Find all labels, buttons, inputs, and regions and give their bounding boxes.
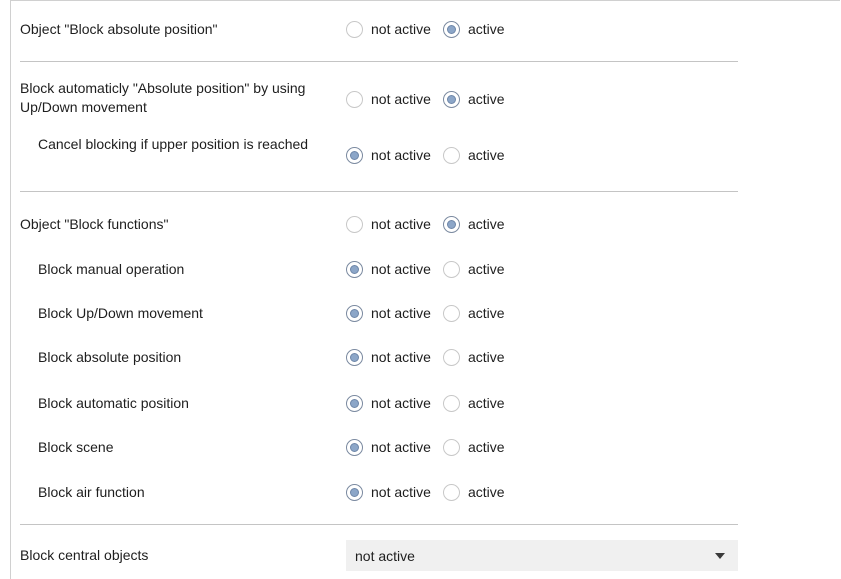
row-cancel-blocking: Cancel blocking if upper position is rea… <box>20 135 740 175</box>
option-label: active <box>467 216 505 232</box>
option-label: active <box>467 305 505 321</box>
radio-option-not-active[interactable]: not active <box>346 260 431 278</box>
row-block-absolute-position: Block absolute position not active activ… <box>20 346 740 368</box>
radio-unchecked-icon <box>346 20 363 38</box>
option-label: not active <box>371 305 431 321</box>
radio-unchecked-icon <box>442 483 460 501</box>
radio-option-active[interactable]: active <box>442 90 505 108</box>
option-label: active <box>467 261 505 277</box>
central-objects-select[interactable]: not active <box>346 540 738 571</box>
divider <box>20 61 738 62</box>
radio-group: not active active <box>346 20 517 38</box>
radio-option-not-active[interactable]: not active <box>346 304 431 322</box>
option-label: not active <box>371 91 431 107</box>
row-label: Block Up/Down movement <box>38 304 203 321</box>
divider <box>20 191 738 192</box>
option-label: active <box>467 395 505 411</box>
row-block-manual-operation: Block manual operation not active active <box>20 258 740 280</box>
radio-checked-icon <box>442 20 460 38</box>
row-object-block-absolute-position: Object "Block absolute position" not act… <box>20 18 740 40</box>
radio-option-active[interactable]: active <box>442 146 505 164</box>
radio-unchecked-icon <box>442 260 460 278</box>
radio-option-not-active[interactable]: not active <box>346 394 431 412</box>
option-label: active <box>467 439 505 455</box>
radio-option-active[interactable]: active <box>442 215 505 233</box>
radio-group: not active active <box>346 304 517 322</box>
radio-option-active[interactable]: active <box>442 260 505 278</box>
radio-option-not-active[interactable]: not active <box>346 20 431 38</box>
radio-checked-icon <box>346 438 363 456</box>
radio-checked-icon <box>442 90 460 108</box>
option-label: active <box>467 484 505 500</box>
radio-unchecked-icon <box>442 394 460 412</box>
radio-unchecked-icon <box>442 304 460 322</box>
option-label: active <box>467 21 505 37</box>
radio-option-active[interactable]: active <box>442 20 505 38</box>
row-label: Object "Block absolute position" <box>20 20 218 37</box>
row-label: Block absolute position <box>38 348 182 365</box>
option-label: active <box>467 349 505 365</box>
row-label: Block air function <box>38 483 145 500</box>
radio-unchecked-icon <box>442 348 460 366</box>
chevron-down-icon <box>715 553 725 559</box>
radio-group: not active active <box>346 348 517 366</box>
row-block-air-function: Block air function not active active <box>20 481 740 503</box>
divider <box>20 524 738 525</box>
option-label: not active <box>371 439 431 455</box>
radio-checked-icon <box>442 215 460 233</box>
radio-checked-icon <box>346 394 363 412</box>
row-label: Block central objects <box>20 546 149 563</box>
radio-unchecked-icon <box>442 438 460 456</box>
radio-option-not-active[interactable]: not active <box>346 146 431 164</box>
option-label: active <box>467 147 505 163</box>
radio-option-not-active[interactable]: not active <box>346 438 431 456</box>
radio-option-not-active[interactable]: not active <box>346 348 431 366</box>
radio-group: not active active <box>346 438 517 456</box>
row-label: Object "Block functions" <box>20 215 169 232</box>
row-label: Block automaticly "Absolute position" by… <box>20 80 306 115</box>
radio-group: not active active <box>346 215 517 233</box>
radio-unchecked-icon <box>442 146 460 164</box>
radio-checked-icon <box>346 146 363 164</box>
option-label: not active <box>371 395 431 411</box>
radio-checked-icon <box>346 260 363 278</box>
row-label: Cancel blocking if upper position is rea… <box>38 136 309 152</box>
radio-checked-icon <box>346 304 363 322</box>
option-label: not active <box>371 484 431 500</box>
row-label: Block automatic position <box>38 394 189 411</box>
radio-option-active[interactable]: active <box>442 348 505 366</box>
radio-unchecked-icon <box>346 90 363 108</box>
radio-option-active[interactable]: active <box>442 438 505 456</box>
option-label: not active <box>371 147 431 163</box>
row-label: Block manual operation <box>38 260 185 277</box>
option-label: not active <box>371 349 431 365</box>
row-label: Block scene <box>38 438 114 455</box>
radio-group: not active active <box>346 146 517 164</box>
row-block-absolute-by-updown: Block automaticly "Absolute position" by… <box>20 79 740 119</box>
select-value: not active <box>355 547 415 564</box>
row-block-scene: Block scene not active active <box>20 436 740 458</box>
radio-option-not-active[interactable]: not active <box>346 215 431 233</box>
option-label: active <box>467 91 505 107</box>
radio-option-active[interactable]: active <box>442 483 505 501</box>
radio-unchecked-icon <box>346 215 363 233</box>
option-label: not active <box>371 216 431 232</box>
radio-option-not-active[interactable]: not active <box>346 483 431 501</box>
radio-checked-icon <box>346 483 363 501</box>
option-label: not active <box>371 21 431 37</box>
radio-checked-icon <box>346 348 363 366</box>
row-object-block-functions: Object "Block functions" not active acti… <box>20 213 740 235</box>
radio-option-not-active[interactable]: not active <box>346 90 431 108</box>
radio-group: not active active <box>346 394 517 412</box>
radio-option-active[interactable]: active <box>442 304 505 322</box>
radio-group: not active active <box>346 260 517 278</box>
row-block-updown-movement: Block Up/Down movement not active active <box>20 302 740 324</box>
option-label: not active <box>371 261 431 277</box>
radio-group: not active active <box>346 90 517 108</box>
row-block-automatic-position: Block automatic position not active acti… <box>20 392 740 414</box>
radio-option-active[interactable]: active <box>442 394 505 412</box>
radio-group: not active active <box>346 483 517 501</box>
